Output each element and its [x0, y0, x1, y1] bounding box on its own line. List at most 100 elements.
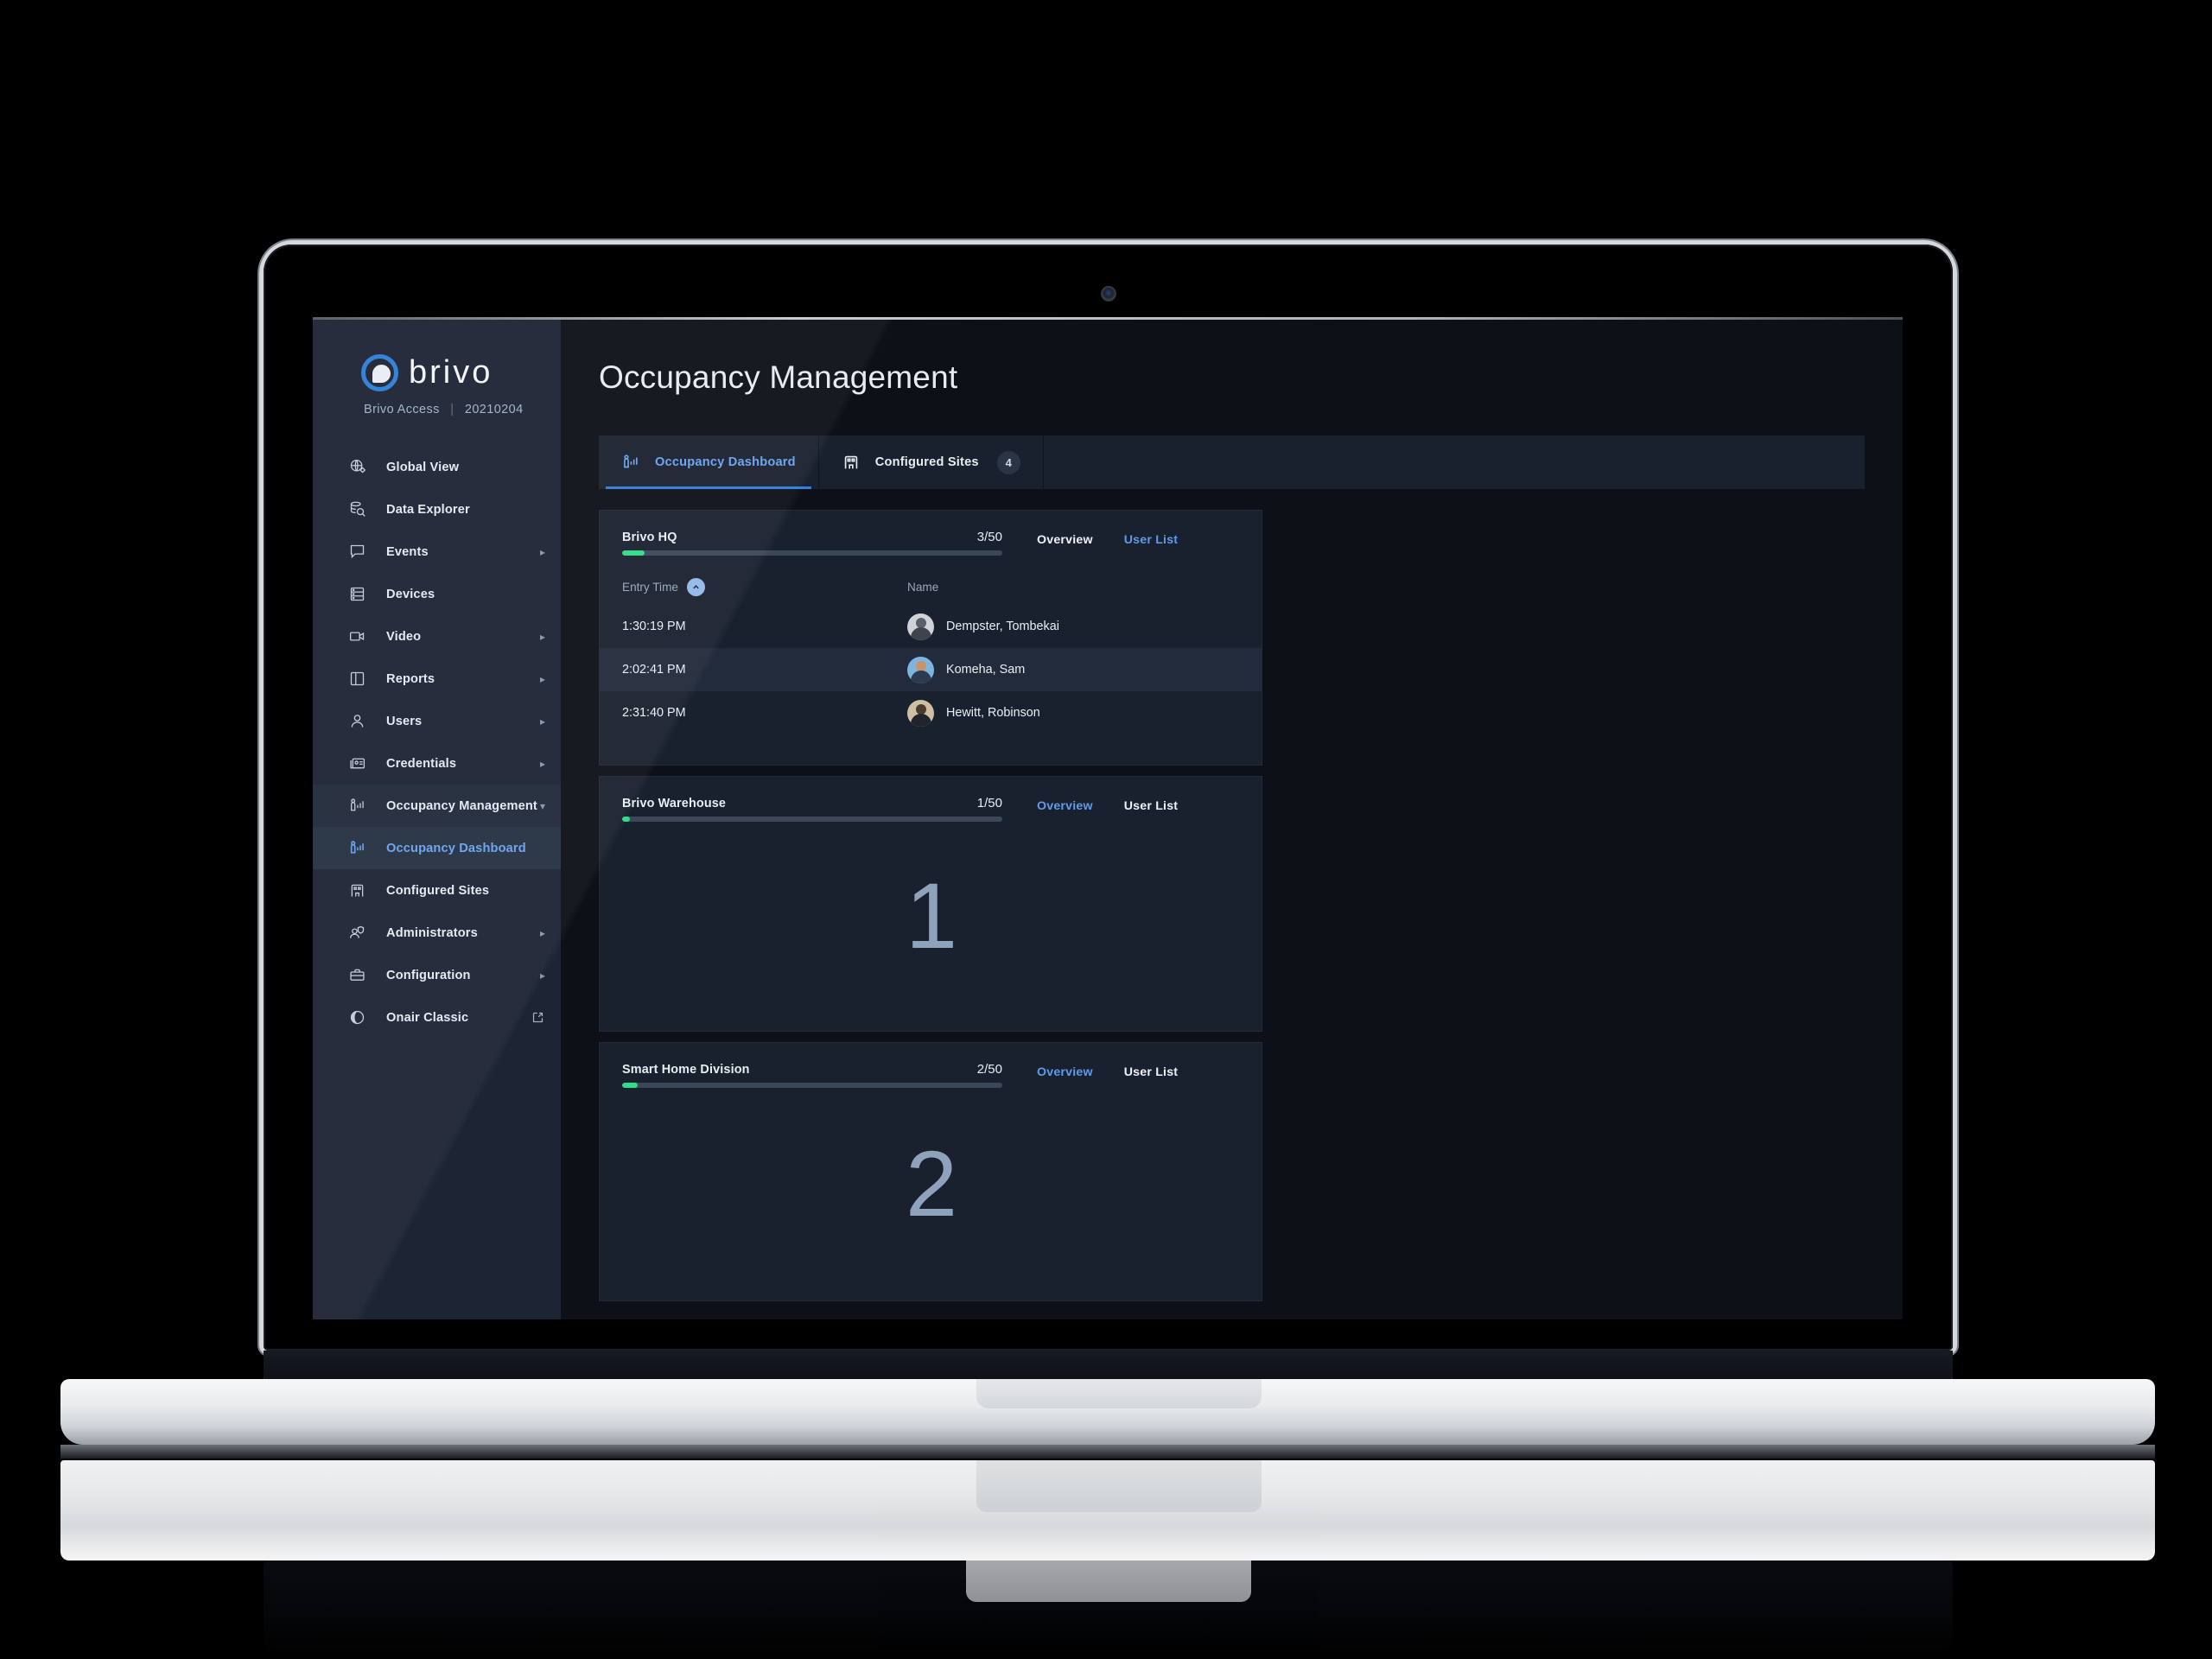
table-row[interactable]: 2:02:41 PM Komeha, Sam	[600, 648, 1262, 691]
user-list-link[interactable]: User List	[1124, 1065, 1179, 1079]
brivo-mark-icon	[361, 354, 398, 391]
chevron-right-icon: ▸	[539, 926, 545, 939]
webcam-icon	[1100, 286, 1116, 302]
chevron-right-icon: ▸	[539, 545, 545, 558]
occupancy-icon	[344, 839, 370, 857]
occupancy-card: Brivo Warehouse 1/50 Overview User List	[599, 776, 1262, 1032]
entry-time: 2:02:41 PM	[622, 663, 686, 677]
card-view-switch: Overview User List	[1037, 1062, 1178, 1079]
page-title: Occupancy Management	[599, 359, 958, 395]
brand-wordmark: brivo	[409, 354, 493, 391]
chevron-right-icon: ▸	[539, 757, 545, 770]
toolbox-icon	[344, 966, 370, 984]
chevron-right-icon: ▸	[539, 672, 545, 685]
screen-viewport: brivo Brivo Access | 20210204 Global Vie…	[313, 320, 1903, 1319]
main-content: Occupancy Management Occupancy Dashboard…	[561, 320, 1903, 1319]
laptop-base-shadow	[60, 1445, 2155, 1459]
sidebar-item-onair-classic[interactable]: Onair Classic	[313, 996, 561, 1039]
user-list-link[interactable]: User List	[1124, 799, 1179, 813]
user-icon	[344, 712, 370, 730]
chevron-down-icon: ▾	[539, 799, 545, 812]
brivo-logo-icon: brivo	[361, 354, 561, 391]
globe-view-icon	[344, 458, 370, 476]
sort-ascending-icon[interactable]	[686, 578, 705, 596]
sidebar-label: Devices	[386, 587, 435, 601]
user-name: Dempster, Tombekai	[946, 620, 1059, 633]
user-name: Komeha, Sam	[946, 663, 1026, 677]
occupancy-count: 1/50	[976, 796, 1002, 810]
sidebar-label: Users	[386, 714, 423, 728]
building-icon	[344, 881, 370, 899]
credentials-card-icon	[344, 754, 370, 772]
devices-icon	[344, 585, 370, 603]
sidebar-item-credentials[interactable]: Credentials ▸	[313, 742, 561, 785]
laptop-base	[60, 1379, 2155, 1445]
sidebar-item-events[interactable]: Events ▸	[313, 531, 561, 573]
occupancy-card: Smart Home Division 2/50 Overview User L…	[599, 1042, 1262, 1301]
overview-link[interactable]: Overview	[1037, 799, 1093, 813]
card-header: Brivo Warehouse 1/50 Overview User List	[600, 777, 1262, 822]
occupancy-count: 3/50	[976, 530, 1002, 544]
occupancy-icon	[621, 453, 640, 472]
table-header: Entry Time Name	[600, 556, 1262, 605]
video-camera-icon	[344, 627, 370, 645]
brivo-access-app: brivo Brivo Access | 20210204 Global Vie…	[313, 320, 1903, 1319]
sidebar-label: Administrators	[386, 925, 478, 940]
sidebar-label: Occupancy Dashboard	[386, 841, 526, 855]
table-row[interactable]: 1:30:19 PM Dempster, Tombekai	[600, 605, 1262, 648]
tab-bar: Occupancy Dashboard Configured Sites 4	[599, 435, 1865, 489]
overview-link[interactable]: Overview	[1037, 533, 1093, 547]
user-cell: Dempster, Tombekai	[907, 613, 1059, 640]
capacity-meter: Smart Home Division 2/50	[622, 1062, 1002, 1088]
brand-divider: |	[450, 403, 454, 416]
build-version: 20210204	[464, 403, 524, 416]
user-list-link[interactable]: User List	[1124, 533, 1179, 547]
column-header-entry-time[interactable]: Entry Time	[622, 578, 907, 596]
entry-time: 2:31:40 PM	[622, 706, 686, 720]
data-explorer-icon	[344, 500, 370, 518]
product-name: Brivo Access	[364, 403, 440, 416]
site-name: Brivo Warehouse	[622, 797, 727, 810]
sidebar-item-devices[interactable]: Devices	[313, 573, 561, 615]
brand-block: brivo Brivo Access | 20210204	[313, 344, 561, 416]
sidebar-item-configured-sites[interactable]: Configured Sites	[313, 869, 561, 912]
sidebar-label: Onair Classic	[386, 1010, 469, 1025]
status-badge: 4	[996, 450, 1020, 474]
card-body: 1	[600, 822, 1262, 1008]
chevron-right-icon: ▸	[539, 715, 545, 728]
events-icon	[344, 543, 370, 561]
building-icon	[842, 453, 861, 472]
tab-occupancy-dashboard[interactable]: Occupancy Dashboard	[599, 435, 819, 489]
occupancy-cards-grid: Brivo HQ 3/50 Overview User List Entry T…	[599, 510, 1865, 1301]
laptop-hinge	[264, 1351, 1953, 1382]
sidebar-label: Reports	[386, 671, 435, 686]
user-name: Hewitt, Robinson	[946, 706, 1040, 720]
sidebar-item-configuration[interactable]: Configuration ▸	[313, 954, 561, 996]
sidebar-item-users[interactable]: Users ▸	[313, 700, 561, 742]
sidebar-item-data-explorer[interactable]: Data Explorer	[313, 488, 561, 531]
sidebar-label: Occupancy Management	[386, 798, 537, 813]
sidebar-label: Global View	[386, 460, 460, 474]
entry-time: 1:30:19 PM	[622, 620, 686, 633]
sidebar-label: Credentials	[386, 756, 457, 771]
site-name: Brivo HQ	[622, 531, 677, 544]
site-name: Smart Home Division	[622, 1063, 750, 1077]
overview-link[interactable]: Overview	[1037, 1065, 1093, 1079]
card-header: Smart Home Division 2/50 Overview User L…	[600, 1043, 1262, 1088]
occupancy-count: 2/50	[976, 1062, 1002, 1077]
sidebar-item-occupancy-management[interactable]: Occupancy Management ▾	[313, 785, 561, 827]
sidebar-item-video[interactable]: Video ▸	[313, 615, 561, 658]
occupancy-big-number: 1	[905, 862, 957, 968]
table-row[interactable]: 2:31:40 PM Hewitt, Robinson	[600, 691, 1262, 734]
sidebar-item-administrators[interactable]: Administrators ▸	[313, 912, 561, 954]
sidebar-item-reports[interactable]: Reports ▸	[313, 658, 561, 700]
sidebar-item-occupancy-dashboard[interactable]: Occupancy Dashboard	[313, 827, 561, 869]
column-header-name[interactable]: Name	[907, 581, 938, 594]
sidebar-label: Configuration	[386, 968, 471, 982]
card-body: 2	[600, 1088, 1262, 1278]
card-header: Brivo HQ 3/50 Overview User List	[600, 511, 1262, 556]
sidebar-label: Events	[386, 544, 429, 559]
user-cell: Hewitt, Robinson	[907, 699, 1040, 727]
sidebar-item-global-view[interactable]: Global View	[313, 446, 561, 488]
tab-configured-sites[interactable]: Configured Sites 4	[819, 435, 1044, 489]
